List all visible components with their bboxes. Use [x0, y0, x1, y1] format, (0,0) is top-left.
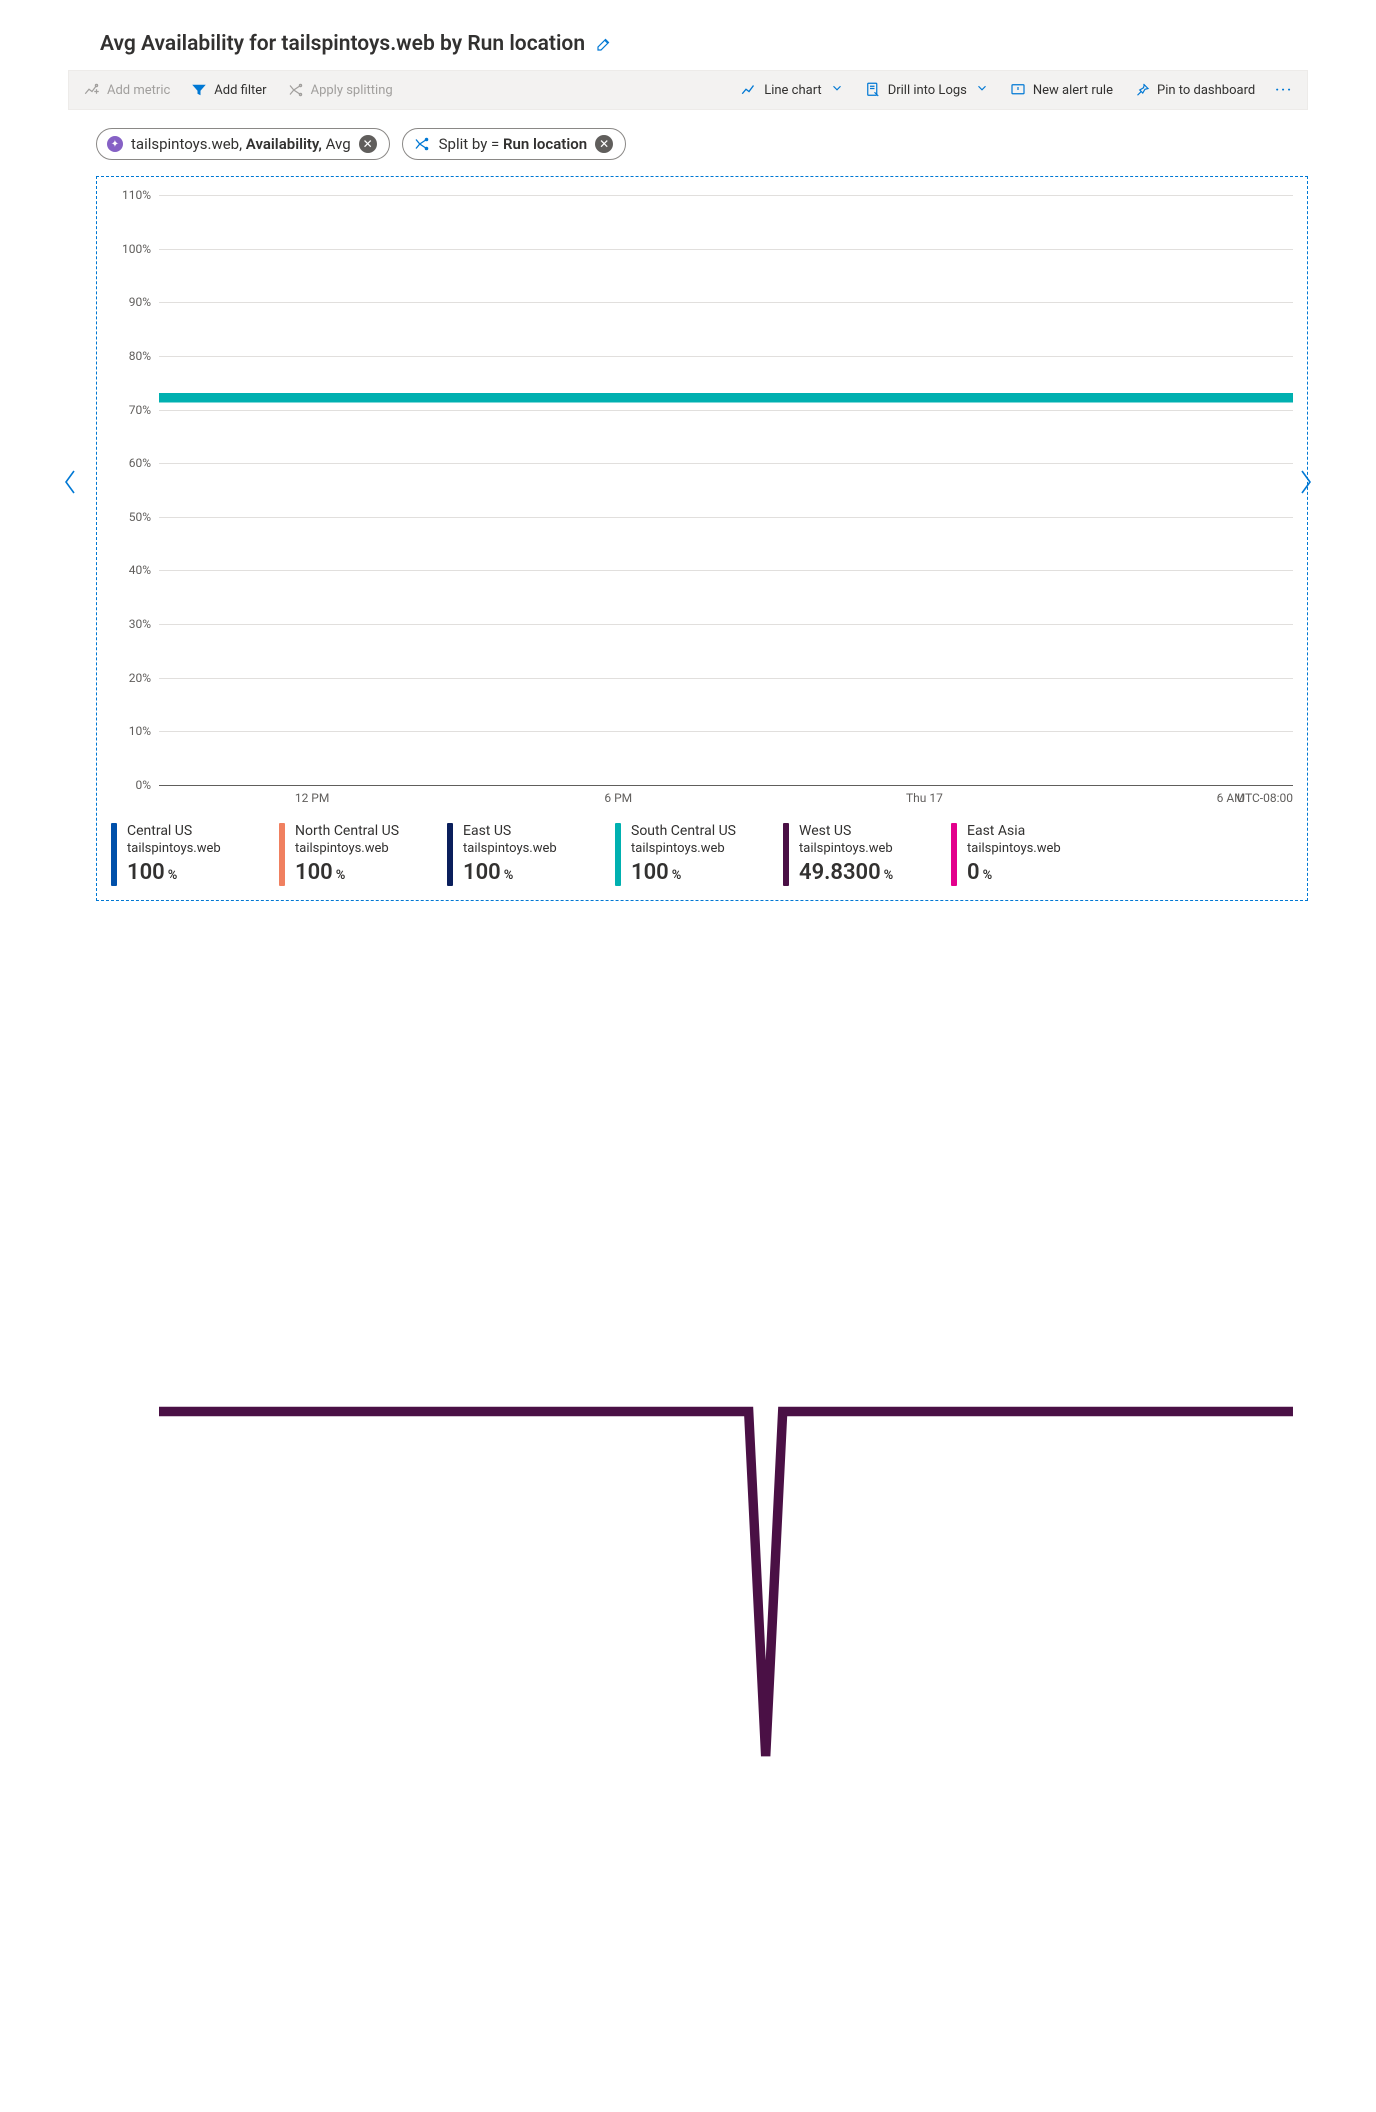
chevron-down-icon — [975, 81, 989, 99]
gridline — [159, 570, 1293, 571]
filter-icon — [190, 81, 208, 99]
add-filter-button[interactable]: Add filter — [186, 77, 270, 103]
apply-splitting-button[interactable]: Apply splitting — [283, 77, 397, 103]
gridline — [159, 356, 1293, 357]
split-icon — [413, 135, 431, 153]
pin-label: Pin to dashboard — [1157, 83, 1255, 98]
y-tick-label: 100% — [122, 242, 151, 256]
add-metric-button[interactable]: Add metric — [79, 77, 174, 103]
add-metric-label: Add metric — [107, 83, 170, 98]
y-tick-label: 90% — [129, 295, 151, 309]
chart-type-dropdown[interactable]: Line chart — [736, 77, 847, 103]
remove-metric-icon[interactable]: ✕ — [359, 135, 377, 153]
alert-icon — [1009, 81, 1027, 99]
chevron-down-icon — [830, 81, 844, 99]
y-tick-label: 110% — [122, 188, 151, 202]
gridline — [159, 678, 1293, 679]
drill-logs-label: Drill into Logs — [888, 83, 967, 98]
legend-swatch — [111, 823, 117, 886]
drill-logs-dropdown[interactable]: Drill into Logs — [860, 77, 993, 103]
pill-metric: Availability, — [246, 135, 322, 153]
edit-title-icon[interactable] — [595, 35, 613, 53]
x-tick-label: 12 PM — [295, 791, 330, 805]
series-line[interactable] — [159, 1411, 1293, 1756]
line-chart-icon — [740, 81, 758, 99]
y-tick-label: 80% — [129, 349, 151, 363]
x-tick-label: Thu 17 — [906, 791, 943, 805]
appinsights-icon: ✦ — [107, 136, 123, 152]
prev-chart-button[interactable] — [58, 462, 82, 502]
split-value: Run location — [503, 135, 587, 153]
y-tick-label: 70% — [129, 403, 151, 417]
plot-area[interactable]: 0%10%20%30%40%50%60%70%80%90%100%110% — [111, 195, 1293, 785]
x-tick-label: 6 AM — [1217, 791, 1245, 805]
gridline — [159, 624, 1293, 625]
split-pill[interactable]: Split by = Run location ✕ — [402, 128, 626, 160]
gridline — [159, 195, 1293, 196]
split-prefix: Split by = — [439, 135, 500, 153]
pill-resource: tailspintoys.web, — [131, 135, 242, 153]
chart-type-label: Line chart — [764, 83, 821, 98]
y-tick-label: 50% — [129, 510, 151, 524]
chart-toolbar: Add metric Add filter Apply splitting Li… — [68, 70, 1308, 110]
y-tick-label: 30% — [129, 617, 151, 631]
add-filter-label: Add filter — [214, 83, 266, 98]
pin-button[interactable]: Pin to dashboard — [1129, 77, 1259, 103]
more-menu-button[interactable]: ··· — [1271, 83, 1297, 98]
metric-pill[interactable]: ✦ tailspintoys.web, Availability, Avg ✕ — [96, 128, 390, 160]
gridline — [159, 731, 1293, 732]
gridline — [159, 517, 1293, 518]
timezone-label: UTC-08:00 — [1237, 791, 1293, 805]
new-alert-label: New alert rule — [1033, 83, 1113, 98]
chart-container: 0% 10% 20% 30% 40% 50% 60% 70% 80% 90% 100% 110% UT… — [96, 176, 1308, 901]
gridline — [159, 410, 1293, 411]
y-tick-label: 0% — [135, 778, 151, 792]
pill-aggregation: Avg — [326, 135, 351, 153]
y-tick-label: 60% — [129, 456, 151, 470]
gridline — [159, 463, 1293, 464]
next-chart-button[interactable] — [1294, 462, 1318, 502]
apply-splitting-label: Apply splitting — [311, 83, 393, 98]
pin-icon — [1133, 81, 1151, 99]
y-tick-label: 40% — [129, 563, 151, 577]
x-tick-label: 6 PM — [604, 791, 632, 805]
y-tick-label: 20% — [129, 671, 151, 685]
y-tick-label: 10% — [129, 724, 151, 738]
gridline — [159, 785, 1293, 786]
logs-icon — [864, 81, 882, 99]
chart-title: Avg Availability for tailspintoys.web by… — [100, 32, 585, 56]
gridline — [159, 249, 1293, 250]
remove-split-icon[interactable]: ✕ — [595, 135, 613, 153]
gridline — [159, 302, 1293, 303]
new-alert-button[interactable]: New alert rule — [1005, 77, 1117, 103]
